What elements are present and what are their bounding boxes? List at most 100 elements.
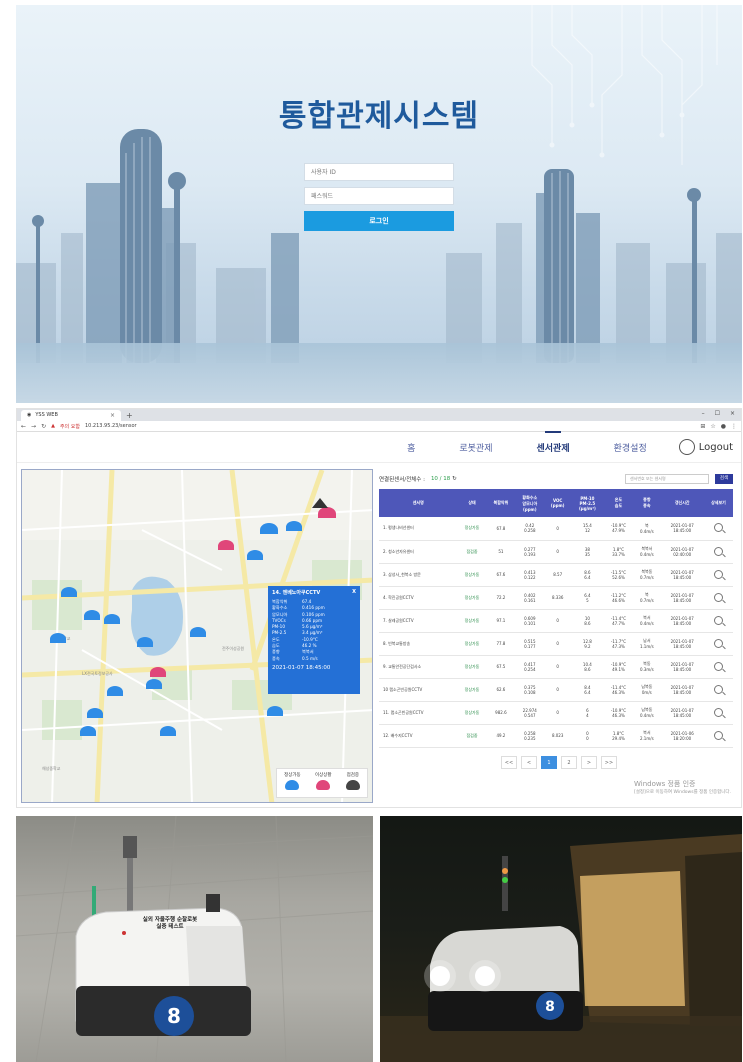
nav-home[interactable]: 홈: [407, 441, 415, 454]
popup-title: 14. 엔베노아쿠CCTV: [272, 590, 321, 596]
page-button[interactable]: 2: [561, 755, 577, 769]
svg-text:전주이성공원: 전주이성공원: [222, 645, 244, 651]
legend-check-label: 점검중: [346, 773, 360, 778]
cell-state[interactable]: 점검중: [457, 724, 487, 748]
back-icon[interactable]: ←: [21, 423, 26, 430]
profile-icon[interactable]: ●: [721, 423, 726, 430]
translate-icon[interactable]: ⊞: [700, 423, 705, 430]
cell-state[interactable]: 정상가동: [457, 701, 487, 725]
cell-state[interactable]: 정상가동: [457, 609, 487, 633]
cell-state[interactable]: 정상가동: [457, 517, 487, 541]
table-row[interactable]: 12. 배수지CCTV 점검중 49.2 0.258 0.235 8.023 0 0 1.8…: [379, 724, 733, 748]
magnifier-icon[interactable]: [714, 707, 723, 717]
page-button[interactable]: <<: [501, 755, 517, 769]
table-row[interactable]: 9. 교통안전공단검사소 정상가동 67.5 0.417 0.254 0 10.4 8.6…: [379, 655, 733, 679]
cell-detail: [704, 563, 733, 587]
forward-icon[interactable]: →: [31, 423, 36, 430]
cell-pm: 6.4 5: [571, 586, 604, 610]
cell-detail: [704, 586, 733, 610]
cell-state[interactable]: 정상가동: [457, 563, 487, 587]
page-button[interactable]: >: [581, 755, 597, 769]
cell-detail: [704, 517, 733, 541]
magnifier-icon[interactable]: [714, 730, 723, 740]
sensor-map[interactable]: 전북중학교 전주이성공원 LX전국토정보공사 해성중학교 14. 엔베노아쿠CC…: [21, 469, 373, 803]
table-row[interactable]: 1. 평생나비선센터 정상가동 67.8 0.42 0.258 0 15.4 12 -10.…: [379, 517, 733, 541]
popup-row: 풍속 0.5 m/s: [272, 656, 356, 662]
watermark-line-1: Windows 정품 인증: [634, 780, 696, 788]
table-row[interactable]: 8. 빈북교통방송 정상가동 77.8 0.515 0.177 0 12.8 9.2 -11…: [379, 632, 733, 656]
sensor-table: 센서명 상태 복합악취 황화수소 암모니아 (ppm) VOC (ppm) PM-10 P…: [379, 489, 733, 748]
sensor-search-input[interactable]: 센서번호 또는 센서명: [625, 474, 709, 484]
magnifier-icon[interactable]: [714, 546, 723, 556]
password-input[interactable]: [304, 187, 454, 205]
close-window-icon[interactable]: ×: [730, 410, 735, 417]
url-field[interactable]: 10.213.95.23/sensor: [85, 423, 137, 429]
minimize-icon[interactable]: –: [702, 410, 705, 417]
browser-tab[interactable]: ◉ YSS WEB ×: [21, 409, 121, 421]
login-button[interactable]: 로그인: [304, 211, 454, 231]
robot-label: 실외 자율주행 순찰로봇 실증 테스트: [142, 917, 198, 930]
magnifier-icon[interactable]: [714, 592, 723, 602]
menu-icon[interactable]: ⋮: [731, 423, 737, 430]
cell-state[interactable]: 정상가동: [457, 655, 487, 679]
magnifier-icon[interactable]: [714, 638, 723, 648]
cell-voc: 0: [544, 701, 572, 725]
cell-pm: 8.4 6.4: [571, 678, 604, 702]
magnifier-icon[interactable]: [714, 615, 723, 625]
sensor-search-button[interactable]: 검색: [715, 474, 733, 484]
reload-icon[interactable]: ↻: [41, 423, 46, 430]
cell-odor: 67.5: [486, 655, 516, 679]
magnifier-icon[interactable]: [714, 684, 723, 694]
magnifier-icon[interactable]: [714, 661, 723, 671]
star-icon[interactable]: ☆: [710, 423, 715, 430]
table-row[interactable]: 11. 랩소곤빈공원CCTV 정상가동 982.6 22.974 0.547 0 6 4-…: [379, 701, 733, 725]
cell-temp: -11.7°C 47.3%: [603, 632, 634, 656]
cell-wind: 북북동 0.7m/s: [633, 563, 661, 587]
cell-voc: 8.023: [544, 724, 572, 748]
cell-state[interactable]: 정상가동: [457, 678, 487, 702]
legend-normal-label: 정상가동: [284, 773, 301, 778]
popup-close-icon[interactable]: X: [352, 589, 356, 596]
nav-sensor-control[interactable]: 센서관제: [537, 441, 570, 454]
refresh-icon[interactable]: ↻: [452, 476, 457, 482]
page-button[interactable]: <: [521, 755, 537, 769]
logout-button[interactable]: Logout: [678, 439, 733, 455]
cell-voc: 0: [544, 655, 572, 679]
cell-name: 4. 학진공원CCTV: [379, 586, 458, 610]
address-bar: ← → ↻ ▲ 주의 요함 10.213.95.23/sensor ⊞ ☆ ● …: [17, 421, 741, 432]
cell-gas: 0.42 0.258: [515, 517, 545, 541]
page-button[interactable]: >>: [601, 755, 617, 769]
magnifier-icon[interactable]: [714, 523, 723, 533]
maximize-icon[interactable]: ☐: [715, 410, 720, 417]
table-row[interactable]: 2. 청소년자유센터 점검중 51 0.277 0.193 0 38 35 1.8°C 33…: [379, 540, 733, 564]
column-header: 풍향 풍속: [633, 489, 661, 517]
page-button[interactable]: 1: [541, 755, 557, 769]
new-tab-icon[interactable]: +: [126, 411, 133, 420]
close-tab-icon[interactable]: ×: [110, 412, 115, 419]
table-row[interactable]: 10 랩소곤빈공원CCTV 정상가동 62.6 0.375 0.108 0 8.4 6.4…: [379, 678, 733, 702]
cell-state[interactable]: 정상가동: [457, 632, 487, 656]
cell-pm: 10 8.6: [571, 609, 604, 633]
nav-robot-control[interactable]: 로봇관제: [459, 441, 492, 454]
magnifier-icon[interactable]: [714, 569, 723, 579]
legend-check: 점검중: [345, 772, 360, 797]
nav-settings[interactable]: 환경설정: [614, 441, 647, 454]
cell-detail: [704, 724, 733, 748]
table-row[interactable]: 3. 삼성사_천북소 방문 정상가동 67.6 0.413 0.122 8.57 8.6 …: [379, 563, 733, 587]
user-id-input[interactable]: [304, 163, 454, 181]
table-row[interactable]: 4. 학진공원CCTV 정상가동 72.2 0.402 0.161 8.336 6.4 5…: [379, 586, 733, 610]
cell-state[interactable]: 정상가동: [457, 586, 487, 610]
column-header: 갱신시간: [660, 489, 704, 517]
cell-detail: [704, 701, 733, 725]
cell-wind: 북서 2.1m/s: [633, 724, 661, 748]
cell-odor: 51: [486, 540, 516, 564]
cell-time: 2021-01-07 18:45:00: [660, 517, 704, 541]
column-header: 센서명: [379, 489, 458, 517]
cell-name: 11. 랩소곤빈공원CCTV: [379, 701, 458, 725]
table-row[interactable]: 7. 살레공원CCTV 정상가동 97.1 0.609 0.101 0 10 8.6 -11…: [379, 609, 733, 633]
main-content: 전북중학교 전주이성공원 LX전국토정보공사 해성중학교 14. 엔베노아쿠CC…: [17, 465, 741, 807]
cell-name: 10 랩소곤빈공원CCTV: [379, 678, 458, 702]
cell-temp: -11.5°C 52.6%: [603, 563, 634, 587]
cell-state[interactable]: 점검중: [457, 540, 487, 564]
cell-time: 2021-01-07 18:45:00: [660, 655, 704, 679]
